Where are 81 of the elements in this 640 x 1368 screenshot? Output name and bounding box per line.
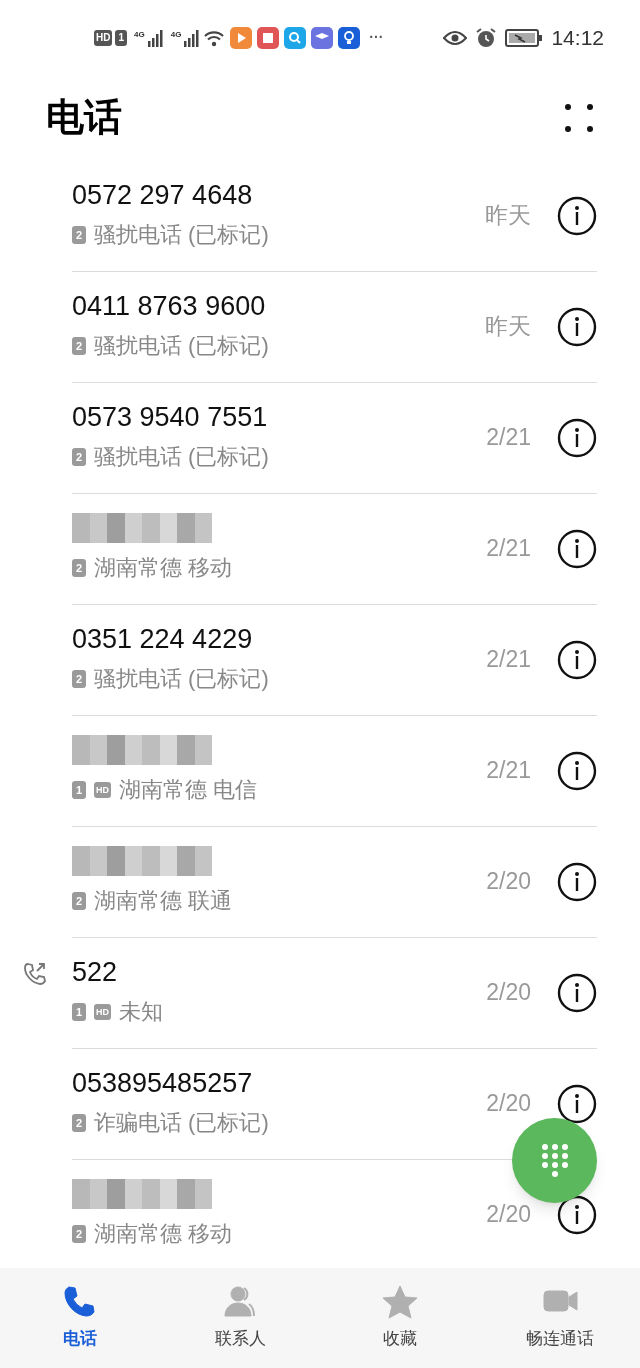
star-icon xyxy=(382,1284,418,1321)
call-date: 2/21 xyxy=(486,645,531,675)
sim-badge: 2 xyxy=(72,447,86,466)
call-date: 2/21 xyxy=(486,756,531,786)
sim-badge: 2 xyxy=(72,1224,86,1243)
dialpad-icon xyxy=(540,1142,569,1179)
call-log-row[interactable]: 053895485257 2 诈骗电话 (已标记) 2/20 xyxy=(0,1048,640,1159)
search-app-icon xyxy=(284,26,307,49)
call-date: 2/20 xyxy=(486,1200,531,1230)
caller-location: 湖南常德 移动 xyxy=(94,554,233,582)
sim-badge: 1 xyxy=(115,29,127,46)
info-icon[interactable] xyxy=(557,528,597,569)
caller-number: 0573 9540 7551 xyxy=(72,402,269,432)
sim-badge: 1 xyxy=(72,1002,86,1021)
clock-time: 14:12 xyxy=(551,24,604,51)
call-log-row[interactable]: 0351 224 4229 2 骚扰电话 (已标记) 2/21 xyxy=(0,604,640,715)
caller-number: 053895485257 xyxy=(72,1068,254,1098)
hd-badge: HD xyxy=(94,1003,111,1020)
caller-location: 湖南常德 联通 xyxy=(94,887,233,915)
sim-badge: 1 xyxy=(72,780,86,799)
caller-location: 骚扰电话 (已标记) xyxy=(94,332,269,360)
call-log-row[interactable]: 2 湖南常德 联通 2/20 xyxy=(0,826,640,937)
call-date: 2/20 xyxy=(486,1089,531,1119)
sim-badge: 2 xyxy=(72,558,86,577)
caller-location: 未知 xyxy=(119,998,163,1026)
caller-number: 0411 8763 9600 xyxy=(72,291,267,321)
eye-icon xyxy=(443,29,468,46)
caller-number: 0351 224 4229 xyxy=(72,624,254,654)
info-icon[interactable] xyxy=(557,306,597,347)
caller-location: 诈骗电话 (已标记) xyxy=(94,1109,269,1137)
sim-badge: 2 xyxy=(72,225,86,244)
network-label: 4G xyxy=(170,28,182,41)
info-icon[interactable] xyxy=(557,1083,597,1124)
call-log-row[interactable]: 522 1 HD 未知 2/20 xyxy=(0,937,640,1048)
call-log-row[interactable]: 1 HD 湖南常德 电信 2/21 xyxy=(0,715,640,826)
more-notifications-indicator: ··· xyxy=(369,28,384,47)
info-icon[interactable] xyxy=(557,1194,597,1235)
call-log-row[interactable]: 2 湖南常德 移动 2/21 xyxy=(0,493,640,604)
sim-badge: 2 xyxy=(72,1113,86,1132)
call-log-row[interactable]: 0572 297 4648 2 骚扰电话 (已标记) 昨天 xyxy=(0,160,640,271)
call-date: 2/20 xyxy=(486,867,531,897)
caller-location: 骚扰电话 (已标记) xyxy=(94,443,269,471)
call-date: 昨天 xyxy=(485,201,531,231)
sim-badge: 2 xyxy=(72,336,86,355)
call-date: 昨天 xyxy=(485,312,531,342)
sim-badge: 2 xyxy=(72,669,86,688)
info-icon[interactable] xyxy=(557,972,597,1013)
caller-location: 湖南常德 移动 xyxy=(94,1220,233,1248)
call-date: 2/21 xyxy=(486,534,531,564)
tab[interactable]: 电话 xyxy=(0,1268,160,1368)
info-icon[interactable] xyxy=(557,639,597,680)
info-icon[interactable] xyxy=(557,861,597,902)
info-icon[interactable] xyxy=(557,195,597,236)
call-log-row[interactable]: 0411 8763 9600 2 骚扰电话 (已标记) 昨天 xyxy=(0,271,640,382)
caller-location: 骚扰电话 (已标记) xyxy=(94,665,269,693)
call-date: 2/21 xyxy=(486,423,531,453)
info-icon[interactable] xyxy=(557,417,597,458)
hd-badge: HD xyxy=(94,781,111,798)
call-log-row[interactable]: 0573 9540 7551 2 骚扰电话 (已标记) 2/21 xyxy=(0,382,640,493)
tab[interactable]: 联系人 xyxy=(160,1268,320,1368)
caller-number: 522 xyxy=(72,957,119,987)
lightbulb-app-icon xyxy=(338,26,361,49)
caller-location: 湖南常德 电信 xyxy=(119,776,258,804)
signal-icon xyxy=(147,28,164,47)
hd-badge: HD xyxy=(94,29,113,46)
caller-number: 0572 297 4648 xyxy=(72,180,254,210)
sim-badge: 2 xyxy=(72,891,86,910)
more-icon[interactable] xyxy=(564,102,594,133)
network-label: 4G xyxy=(134,28,145,41)
alarm-clock-icon xyxy=(475,26,498,49)
battery-icon xyxy=(505,27,544,48)
call-date: 2/20 xyxy=(486,978,531,1008)
page-title: 电话 xyxy=(46,95,122,140)
tab[interactable]: 收藏 xyxy=(320,1268,480,1368)
caller-location: 骚扰电话 (已标记) xyxy=(94,221,269,249)
wifi-icon xyxy=(203,28,226,47)
video-app-icon xyxy=(230,26,253,49)
signal-icon xyxy=(184,28,201,47)
call-log-row[interactable]: 2 湖南常德 移动 2/20 xyxy=(0,1159,640,1268)
tab[interactable]: 畅连通话 xyxy=(480,1268,640,1368)
info-icon[interactable] xyxy=(557,750,597,791)
